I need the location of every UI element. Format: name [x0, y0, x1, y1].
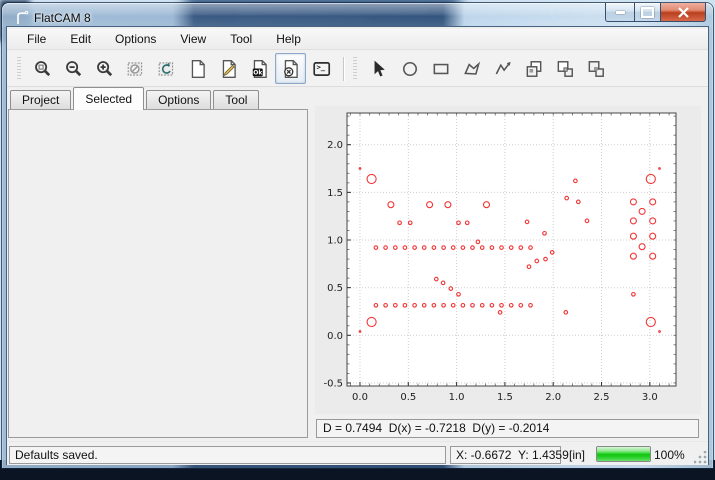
draw-polyline-button[interactable] [487, 53, 518, 84]
shell-icon: >_ [312, 59, 332, 79]
draw-rectangle-icon [431, 59, 451, 79]
window-title: FlatCAM 8 [34, 11, 91, 25]
app-logo-icon [14, 10, 30, 26]
copy-object-button[interactable] [549, 53, 580, 84]
plot-distance-readout: D = 0.7494 D(x) = -0.7218 D(y) = -0.2014 [316, 419, 699, 438]
delete-object-button[interactable] [275, 53, 306, 84]
edit-document-icon [219, 59, 239, 79]
progress-fill [597, 447, 650, 461]
zoom-in-button[interactable] [89, 53, 120, 84]
status-message: Defaults saved. [9, 446, 446, 464]
close-button[interactable] [660, 3, 706, 22]
tab-content-pane [8, 109, 308, 438]
maximize-icon [641, 7, 654, 18]
zoom-fit-icon [33, 59, 53, 79]
svg-text:0.5: 0.5 [327, 283, 343, 294]
delete-object-icon [281, 59, 301, 79]
svg-text:2.5: 2.5 [594, 392, 610, 403]
menu-help[interactable]: Help [264, 30, 313, 48]
svg-text:2.0: 2.0 [545, 392, 561, 403]
zoom-out-button[interactable] [58, 53, 89, 84]
progress-bar [596, 446, 651, 462]
maximize-button[interactable] [634, 3, 661, 22]
svg-text:1.5: 1.5 [497, 392, 513, 403]
replot-icon [157, 59, 177, 79]
copy-geometry-icon [524, 59, 544, 79]
menu-file[interactable]: File [15, 30, 58, 48]
clear-plot-button[interactable] [120, 53, 151, 84]
svg-text:Ok: Ok [253, 69, 263, 76]
menu-tool[interactable]: Tool [218, 30, 264, 48]
copy-geometry-button[interactable] [518, 53, 549, 84]
mouse-coordinates: X: -0.6672 Y: 1.4359 [450, 446, 561, 464]
zoom-out-icon [64, 59, 84, 79]
tab-selected[interactable]: Selected [73, 87, 144, 110]
tab-project[interactable]: Project [10, 90, 71, 110]
svg-text:-0.5: -0.5 [323, 378, 343, 389]
menu-edit[interactable]: Edit [58, 30, 103, 48]
svg-text:1.0: 1.0 [449, 392, 465, 403]
svg-text:0.0: 0.0 [352, 392, 368, 403]
close-icon [677, 7, 690, 18]
ok-document-button[interactable]: Ok [244, 53, 275, 84]
svg-text:2.0: 2.0 [327, 140, 343, 151]
svg-text:1.0: 1.0 [327, 236, 343, 247]
svg-text:1.5: 1.5 [327, 188, 343, 199]
draw-polygon-icon [462, 59, 482, 79]
minimize-button[interactable] [605, 3, 635, 22]
draw-polyline-icon [493, 59, 513, 79]
move-object-button[interactable] [580, 53, 611, 84]
svg-text:0.5: 0.5 [400, 392, 416, 403]
toolbar: Ok >_ [7, 51, 708, 87]
menu-options[interactable]: Options [103, 30, 168, 48]
progress-percent: 100% [654, 448, 685, 462]
tab-tool[interactable]: Tool [213, 90, 259, 110]
edit-document-button[interactable] [213, 53, 244, 84]
menubar: FileEditOptionsViewToolHelp [7, 29, 708, 50]
tabbar: ProjectSelectedOptionsTool [10, 88, 261, 110]
units-label: [in] [569, 448, 585, 462]
svg-text:>_: >_ [316, 62, 325, 71]
draw-circle-button[interactable] [394, 53, 425, 84]
copy-object-icon [555, 59, 575, 79]
move-object-icon [586, 59, 606, 79]
draw-circle-icon [400, 59, 420, 79]
replot-button[interactable] [151, 53, 182, 84]
menu-view[interactable]: View [168, 30, 218, 48]
draw-rectangle-button[interactable] [425, 53, 456, 84]
select-icon [369, 59, 389, 79]
shell-button[interactable]: >_ [306, 53, 337, 84]
minimize-icon [616, 11, 625, 14]
zoom-in-icon [95, 59, 115, 79]
zoom-fit-button[interactable] [27, 53, 58, 84]
svg-text:3.0: 3.0 [642, 392, 658, 403]
tab-options[interactable]: Options [146, 90, 211, 110]
new-document-icon [188, 59, 208, 79]
new-document-button[interactable] [182, 53, 213, 84]
draw-polygon-button[interactable] [456, 53, 487, 84]
select-button[interactable] [363, 53, 394, 84]
resize-grip[interactable] [694, 451, 707, 464]
ok-document-icon: Ok [250, 59, 270, 79]
clear-plot-icon [126, 59, 146, 79]
plot-canvas[interactable]: 0.0 0.5 1.0 1.5 2.0 2.5 3.0 -0.5 0.0 0.5 1.0 1.5 2.0 [315, 106, 701, 414]
svg-text:0.0: 0.0 [327, 331, 343, 342]
